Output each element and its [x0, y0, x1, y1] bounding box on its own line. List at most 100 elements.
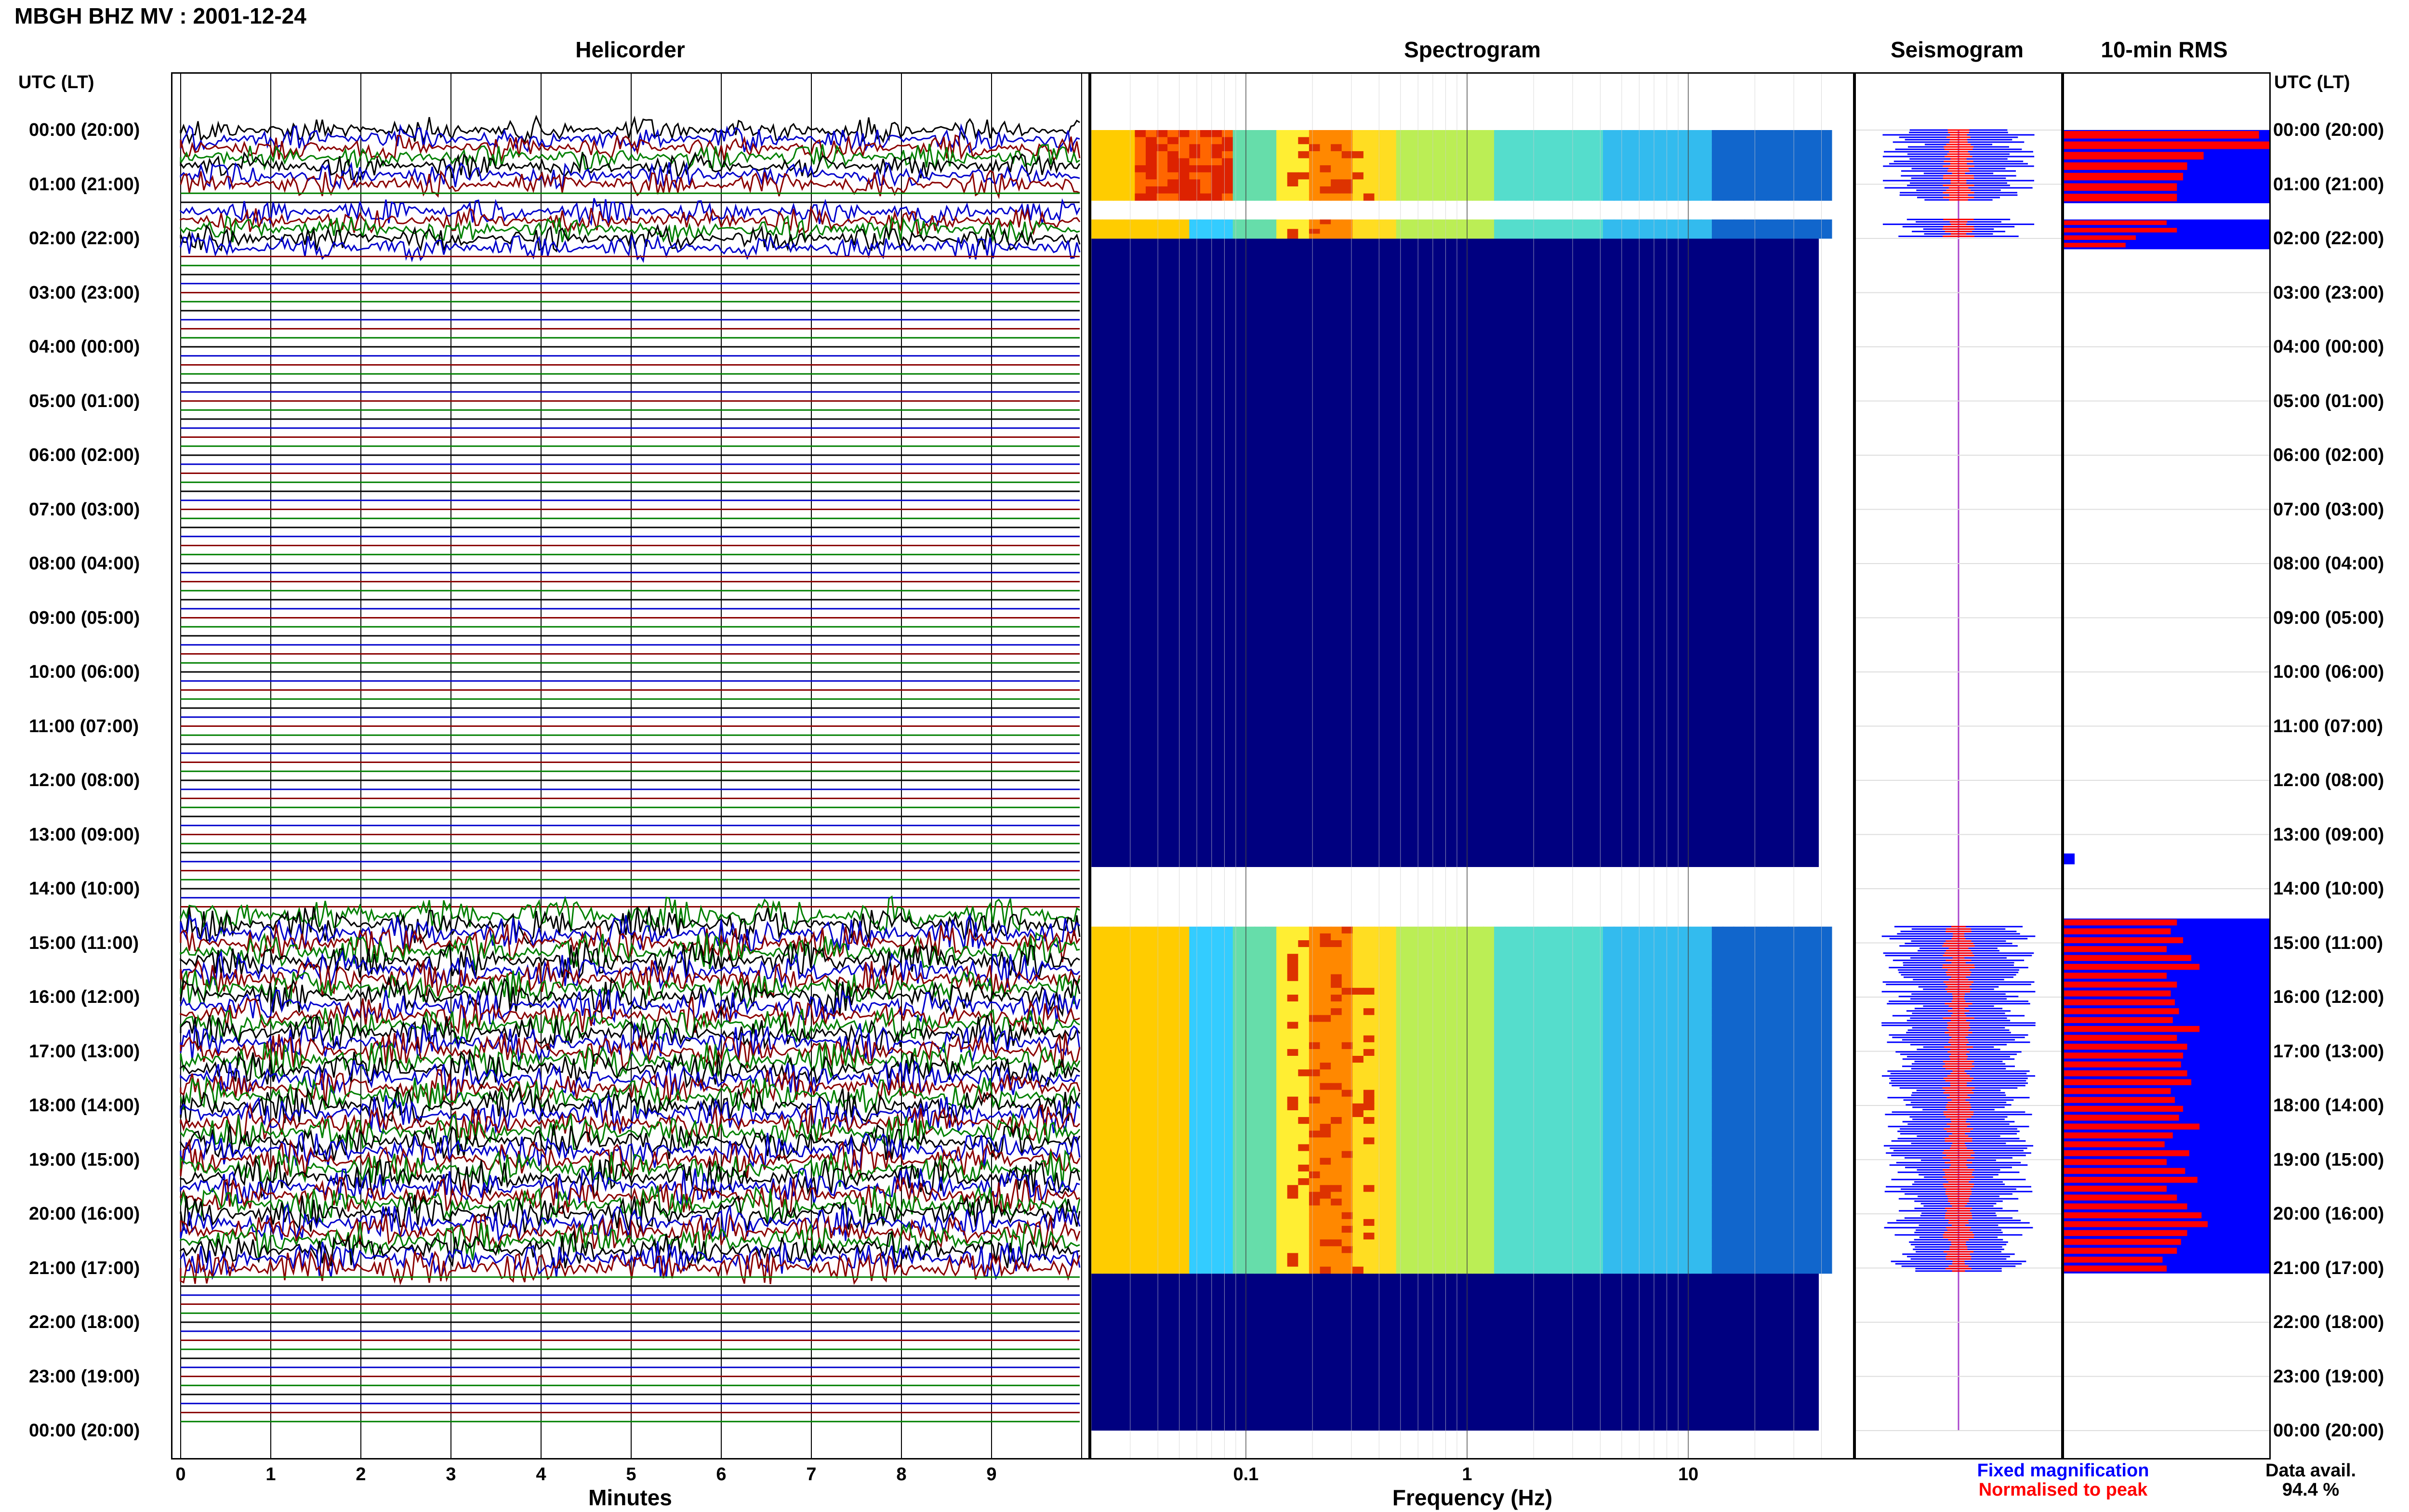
- spectrogram-cell: [1734, 179, 1745, 187]
- spectrogram-cell: [1102, 1069, 1114, 1077]
- spectrogram-cell: [1407, 1233, 1418, 1240]
- spectrogram-cell: [1625, 186, 1636, 194]
- spectrogram-cell: [1711, 933, 1723, 941]
- spectrogram-cell: [1734, 137, 1745, 145]
- spectrogram-cell: [1211, 137, 1223, 145]
- spectrogram-cell: [1091, 1151, 1103, 1158]
- spectrogram-cell: [1287, 1219, 1299, 1226]
- spectrogram-cell: [1145, 1083, 1157, 1091]
- spectrogram-cell: [1298, 1205, 1310, 1213]
- spectrogram-cell: [1135, 1192, 1146, 1199]
- spectrogram-cell: [1440, 193, 1451, 201]
- spectrogram-cell: [1189, 1035, 1201, 1043]
- spectrogram-cell: [1320, 144, 1332, 152]
- spectrogram-cell: [1526, 1103, 1538, 1111]
- spectrogram-cell: [1265, 1137, 1277, 1145]
- spectrogram-cell: [1178, 994, 1190, 1002]
- spectrogram-cell: [1135, 1090, 1146, 1097]
- spectrogram-cell: [1320, 926, 1332, 934]
- spectrogram-cell: [1222, 172, 1233, 180]
- spectrogram-cell: [1483, 1137, 1495, 1145]
- spectrogram-cell: [1690, 1069, 1702, 1077]
- spectrogram-cell: [1483, 974, 1495, 982]
- spectrogram-cell: [1646, 1117, 1658, 1124]
- spectrogram-cell: [1701, 1124, 1712, 1131]
- spectrogram-cell: [1570, 947, 1582, 954]
- spectrogram-cell: [1298, 960, 1310, 968]
- spectrogram-cell: [1254, 1239, 1266, 1247]
- spectrogram-cell: [1722, 1233, 1734, 1240]
- spectrogram-cell: [1646, 158, 1658, 166]
- spectrogram-cell: [1440, 1035, 1451, 1043]
- spectrogram-cell: [1309, 1063, 1321, 1070]
- spectrogram-cell: [1113, 1260, 1125, 1267]
- spectrogram-cell: [1222, 987, 1233, 995]
- spectrogram-cell: [1298, 1117, 1310, 1124]
- spectrogram-cell: [1145, 974, 1157, 982]
- spectrogram-cell: [1189, 1083, 1201, 1091]
- spectrogram-cell: [1440, 1266, 1451, 1274]
- spectrogram-cell: [1810, 1117, 1821, 1124]
- spectrogram-cell: [1777, 1022, 1789, 1029]
- spectrogram-cell: [1276, 1253, 1288, 1261]
- spectrogram-cell: [1526, 1124, 1538, 1131]
- spectrogram-cell: [1744, 1192, 1756, 1199]
- spectrogram-cell: [1537, 1144, 1549, 1152]
- spectrogram-cell: [1472, 1103, 1484, 1111]
- spectrogram-cell: [1734, 1124, 1745, 1131]
- spectrogram-cell: [1472, 1239, 1484, 1247]
- spectrogram-cell: [1440, 224, 1451, 229]
- spectrogram-cell: [1124, 1137, 1136, 1145]
- spectrogram-cell: [1799, 1063, 1811, 1070]
- spectrogram-cell: [1113, 1015, 1125, 1022]
- spectrogram-cell: [1417, 1225, 1430, 1233]
- spectrogram-cell: [1254, 1205, 1266, 1213]
- spectrogram-cell: [1429, 1192, 1441, 1199]
- spectrogram-cell: [1189, 193, 1201, 201]
- spectrogram-cell: [1690, 224, 1702, 229]
- spectrogram-cell: [1265, 1015, 1277, 1022]
- spectrogram-cell: [1135, 1049, 1146, 1056]
- spectrogram-cell: [1309, 987, 1321, 995]
- spectrogram-cell: [1810, 1219, 1821, 1226]
- spectrogram-cell: [1145, 144, 1157, 152]
- spectrogram-cell: [1287, 1253, 1299, 1261]
- spectrogram-cell: [1494, 186, 1506, 194]
- spectrogram-cell: [1232, 1042, 1244, 1050]
- spectrogram-cell: [1156, 1008, 1168, 1015]
- spectrogram-cell: [1287, 1266, 1299, 1274]
- spectrogram-cell: [1581, 1096, 1593, 1104]
- spectrogram-cell: [1156, 974, 1168, 982]
- spectrogram-cell: [1232, 987, 1244, 995]
- seismogram-plot: [1856, 129, 2061, 1431]
- spectrogram-cell: [1124, 1063, 1136, 1070]
- spectrogram-cell: [1679, 947, 1691, 954]
- spectrogram-cell: [1222, 1219, 1233, 1226]
- spectrogram-cell: [1603, 1192, 1615, 1199]
- spectrogram-cell: [1091, 1212, 1103, 1220]
- spectrogram-cell: [1625, 1225, 1636, 1233]
- spectrogram-cell: [1734, 974, 1745, 982]
- spectrogram-cell: [1472, 1055, 1484, 1063]
- spectrogram-cell: [1450, 987, 1462, 995]
- spectrogram-cell: [1407, 967, 1418, 975]
- spectrogram-cell: [1690, 229, 1702, 234]
- spectrogram-cell: [1320, 1171, 1332, 1179]
- spectrogram-cell: [1287, 1124, 1299, 1131]
- spectrogram-cell: [1189, 229, 1201, 234]
- spectrogram-cell: [1646, 954, 1658, 961]
- spectrogram-cell: [1526, 1266, 1538, 1274]
- spectrogram-cell: [1559, 1171, 1571, 1179]
- spectrogram-cell: [1679, 179, 1691, 187]
- spectrogram-cell: [1494, 926, 1506, 934]
- spectrogram-cell: [1189, 947, 1201, 954]
- spectrogram-cell: [1734, 1076, 1745, 1083]
- spectrogram-cell: [1450, 179, 1462, 187]
- spectrogram-cell: [1429, 1239, 1441, 1247]
- time-label-right: 00:00 (20:00): [2273, 120, 2384, 140]
- spectrogram-cell: [1701, 165, 1712, 173]
- spectrogram-cell: [1222, 1225, 1233, 1233]
- spectrogram-cell: [1222, 1117, 1233, 1124]
- spectrogram-cell: [1287, 1131, 1299, 1138]
- spectrogram-cell: [1298, 1103, 1310, 1111]
